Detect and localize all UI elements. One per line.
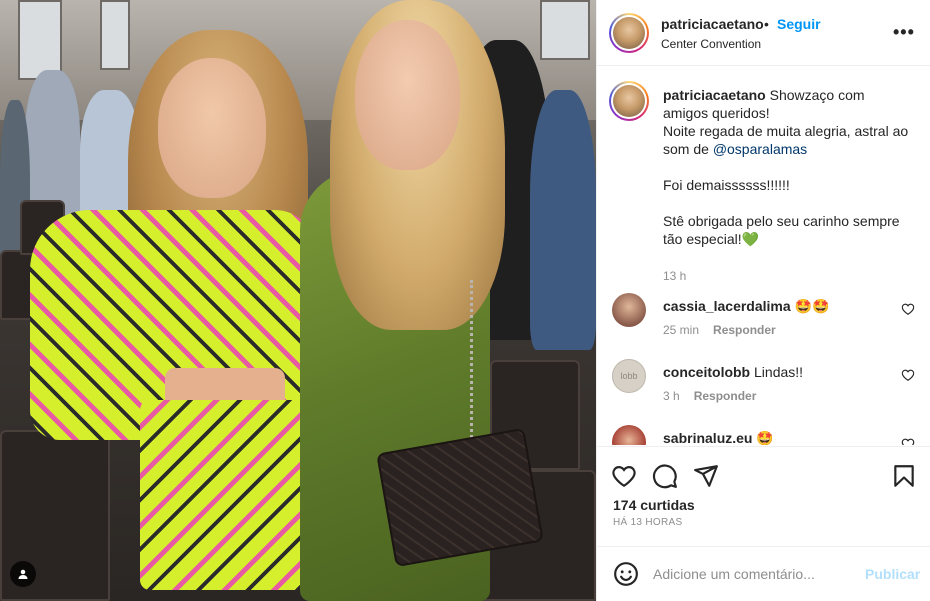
reply-button[interactable]: Responder: [713, 323, 776, 337]
comment-item: cassia_lacerdalima 🤩🤩 25 min Responder: [609, 293, 919, 353]
caption-line: Stê obrigada pelo seu carinho sempre tão…: [663, 213, 900, 247]
emoji-smile-icon[interactable]: [613, 561, 639, 587]
add-comment-bar: Publicar: [597, 546, 930, 601]
commenter-avatar[interactable]: lobb: [612, 359, 646, 393]
post-date[interactable]: HÁ 13 HORAS: [613, 517, 682, 528]
commenter-avatar-text: lobb: [620, 371, 638, 381]
save-bookmark-icon[interactable]: [891, 463, 917, 489]
caption-author-avatar[interactable]: [609, 81, 649, 121]
commenter-username[interactable]: sabrinaluz.eu: [663, 430, 752, 445]
post-side-panel: patriciacaetano • Seguir Center Conventi…: [596, 0, 930, 601]
comment-item: lobb conceitolobb Lindas!! 3 h Responder: [609, 359, 919, 419]
post-location[interactable]: Center Convention: [661, 37, 761, 51]
like-comment-heart-icon[interactable]: [901, 302, 915, 316]
commenter-avatar[interactable]: [612, 293, 646, 327]
background-window: [18, 0, 62, 80]
comment-meta: 3 h Responder: [663, 389, 756, 403]
follow-button[interactable]: Seguir: [777, 16, 821, 32]
commenter-username[interactable]: conceitolobb: [663, 364, 750, 380]
background-window: [100, 0, 130, 70]
comment-body: conceitolobb Lindas!!: [663, 363, 893, 381]
comment-body: sabrinaluz.eu 🤩: [663, 429, 893, 445]
comment-body: cassia_lacerdalima 🤩🤩: [663, 297, 893, 315]
post-actions: 174 curtidas HÁ 13 HORAS: [597, 446, 930, 546]
caption-username[interactable]: patriciacaetano: [663, 87, 766, 103]
like-heart-icon[interactable]: [611, 463, 637, 489]
caption-text: patriciacaetano Showzaço com amigos quer…: [663, 86, 913, 248]
comment-time[interactable]: 25 min: [663, 323, 699, 337]
separator-dot: •: [764, 16, 769, 32]
comment-bubble-icon[interactable]: [652, 463, 678, 489]
bag-chain: [470, 280, 490, 455]
commenter-username[interactable]: cassia_lacerdalima: [663, 298, 791, 314]
comment-time[interactable]: 3 h: [663, 389, 680, 403]
author-username[interactable]: patriciacaetano: [661, 16, 764, 32]
likes-count[interactable]: 174 curtidas: [613, 497, 695, 513]
post-photo[interactable]: [0, 0, 596, 601]
comment-text: 🤩🤩: [794, 298, 830, 314]
comment-input[interactable]: [653, 562, 853, 586]
like-comment-heart-icon[interactable]: [901, 437, 915, 445]
green-heart-emoji: 💚: [741, 231, 760, 247]
share-send-icon[interactable]: [693, 463, 719, 489]
reply-button[interactable]: Responder: [694, 389, 757, 403]
more-options-icon[interactable]: •••: [893, 22, 915, 43]
mention-link[interactable]: @osparalamas: [713, 141, 807, 157]
woman-left-outfit-skirt: [140, 400, 320, 590]
caption-timestamp[interactable]: 13 h: [663, 269, 686, 283]
woman-right-face: [355, 20, 460, 170]
woman-left-face: [158, 58, 266, 198]
publish-button[interactable]: Publicar: [865, 566, 920, 582]
post-header: patriciacaetano • Seguir Center Conventi…: [597, 0, 930, 66]
comment-item: sabrinaluz.eu 🤩: [609, 425, 919, 445]
user-icon: [18, 569, 28, 579]
comment-text: Lindas!!: [754, 364, 804, 380]
tagged-users-button[interactable]: [10, 561, 36, 587]
comment-text: 🤩: [756, 430, 774, 445]
author-avatar[interactable]: [609, 13, 649, 53]
commenter-avatar[interactable]: [612, 425, 646, 445]
comment-meta: 25 min Responder: [663, 323, 776, 337]
comments-list[interactable]: patriciacaetano Showzaço com amigos quer…: [597, 67, 930, 445]
caption-line: Foi demaissssss!!!!!!: [663, 177, 790, 193]
background-window: [540, 0, 590, 60]
like-comment-heart-icon[interactable]: [901, 368, 915, 382]
background-person: [530, 90, 596, 350]
